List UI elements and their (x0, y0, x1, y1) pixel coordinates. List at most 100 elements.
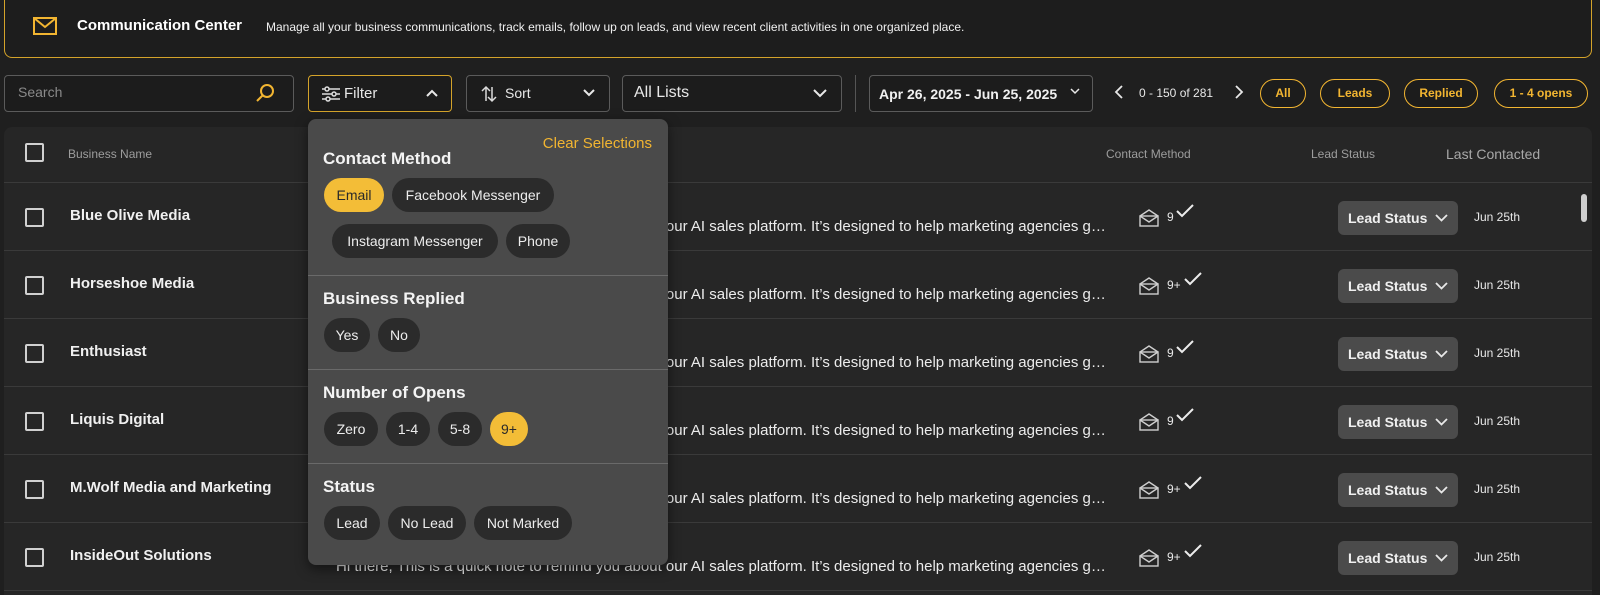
envelope-open-icon (1139, 413, 1159, 431)
row-checkbox[interactable] (25, 276, 44, 295)
chevron-down-icon (813, 89, 827, 98)
table-row[interactable]: Enthusiast Hi there, This is a quick note… (4, 319, 1592, 387)
table-header: Business Name Contact Method Lead Status… (4, 127, 1592, 183)
clear-selections-link[interactable]: Clear Selections (543, 135, 652, 152)
chip-zero[interactable]: Zero (324, 412, 378, 446)
scrollbar[interactable] (1580, 184, 1588, 595)
business-name[interactable]: InsideOut Solutions (70, 547, 212, 564)
envelope-open-icon (1139, 549, 1159, 567)
last-contacted-date: Jun 25th (1474, 414, 1521, 428)
chip-email[interactable]: Email (324, 178, 384, 212)
column-business-name[interactable]: Business Name (68, 147, 152, 161)
table-row[interactable]: Horseshoe Media Hi there, This is a quick… (4, 251, 1592, 319)
chevron-down-icon (1435, 486, 1448, 494)
open-count: 9 (1167, 210, 1174, 224)
table-row[interactable]: InsideOut Solutions Hi there, This is a q… (4, 523, 1592, 591)
table-row[interactable]: Blue Olive Media Hi there, This is a quic… (4, 183, 1592, 251)
column-contact-method[interactable]: Contact Method (1106, 147, 1191, 161)
chip-9-plus[interactable]: 9+ (490, 412, 528, 446)
filter-panel: Clear Selections Contact Method Email Fa… (308, 119, 668, 565)
open-count: 9+ (1167, 278, 1181, 292)
check-icon (1176, 408, 1194, 422)
pagination-label: 0 - 150 of 281 (1139, 86, 1214, 100)
pill-all[interactable]: All (1260, 79, 1306, 108)
chip-lead[interactable]: Lead (324, 506, 380, 540)
page-title: Communication Center (77, 17, 243, 34)
section-divider (308, 463, 668, 464)
page-description: Manage all your business communications,… (266, 20, 965, 34)
envelope-open-icon (1139, 209, 1159, 227)
select-all-checkbox[interactable] (25, 143, 44, 162)
chip-facebook-messenger[interactable]: Facebook Messenger (392, 178, 554, 212)
chip-yes[interactable]: Yes (324, 318, 370, 352)
chip-not-marked[interactable]: Not Marked (474, 506, 572, 540)
business-replied-title: Business Replied (323, 289, 465, 308)
lead-status-label: Lead Status (1348, 210, 1428, 226)
chip-phone[interactable]: Phone (506, 224, 570, 258)
table-row[interactable]: Liquis Digital Hi there, This is a quick … (4, 387, 1592, 455)
lead-status-dropdown[interactable]: Lead Status (1338, 405, 1458, 439)
chevron-down-icon (1435, 282, 1448, 290)
row-checkbox[interactable] (25, 208, 44, 227)
check-icon (1184, 544, 1202, 558)
pill-opens[interactable]: 1 - 4 opens (1494, 79, 1588, 108)
pill-leads[interactable]: Leads (1320, 79, 1390, 108)
lead-status-dropdown[interactable]: Lead Status (1338, 269, 1458, 303)
last-contacted-date: Jun 25th (1474, 210, 1521, 224)
scrollbar-thumb[interactable] (1581, 194, 1587, 222)
status-title: Status (323, 477, 375, 496)
lead-status-dropdown[interactable]: Lead Status (1338, 541, 1458, 575)
open-count: 9+ (1167, 550, 1181, 564)
business-name[interactable]: Liquis Digital (70, 411, 164, 428)
chip-no-lead[interactable]: No Lead (388, 506, 466, 540)
chip-1-4[interactable]: 1-4 (386, 412, 430, 446)
communications-table: Business Name Contact Method Lead Status… (4, 127, 1592, 595)
pill-replied[interactable]: Replied (1404, 79, 1478, 108)
search-input[interactable] (18, 84, 238, 100)
date-range-picker[interactable]: Apr 26, 2025 - Jun 25, 2025 (869, 75, 1093, 112)
row-checkbox[interactable] (25, 412, 44, 431)
lists-label: All Lists (634, 84, 690, 101)
lead-status-dropdown[interactable]: Lead Status (1338, 337, 1458, 371)
chevron-right-icon[interactable] (1232, 84, 1246, 100)
check-icon (1176, 204, 1194, 218)
envelope-open-icon (1139, 345, 1159, 363)
business-name[interactable]: Enthusiast (70, 343, 147, 360)
business-name[interactable]: M.Wolf Media and Marketing (70, 479, 271, 496)
row-checkbox[interactable] (25, 480, 44, 499)
search-icon[interactable] (255, 83, 275, 103)
row-checkbox[interactable] (25, 344, 44, 363)
sort-label: Sort (505, 85, 531, 101)
check-icon (1184, 272, 1202, 286)
filter-button[interactable]: Filter 2 (308, 75, 715, 112)
business-name[interactable]: Blue Olive Media (70, 207, 190, 224)
section-divider (308, 275, 668, 276)
filter-label: Filter (344, 85, 378, 102)
mail-icon (33, 17, 57, 35)
column-lead-status[interactable]: Lead Status (1311, 147, 1375, 161)
table-row[interactable]: M.Wolf Media and Marketing Hi there, This… (4, 455, 1592, 523)
lead-status-dropdown[interactable]: Lead Status (1338, 201, 1458, 235)
last-contacted-date: Jun 25th (1474, 346, 1521, 360)
toolbar-divider (855, 75, 856, 112)
chip-instagram-messenger[interactable]: Instagram Messenger (332, 224, 498, 258)
open-count: 9 (1167, 346, 1174, 360)
sort-button[interactable]: Sort (466, 75, 610, 112)
lists-dropdown[interactable]: All Lists (622, 75, 842, 112)
column-last-contacted[interactable]: Last Contacted (1446, 146, 1540, 162)
lead-status-label: Lead Status (1348, 482, 1428, 498)
row-checkbox[interactable] (25, 548, 44, 567)
chevron-down-icon (1435, 214, 1448, 222)
chip-no[interactable]: No (378, 318, 420, 352)
envelope-open-icon (1139, 277, 1159, 295)
business-name[interactable]: Horseshoe Media (70, 275, 194, 292)
lead-status-dropdown[interactable]: Lead Status (1338, 473, 1458, 507)
pagination: 0 - 150 of 281 (1112, 75, 1244, 112)
lead-status-label: Lead Status (1348, 278, 1428, 294)
open-count: 9+ (1167, 482, 1181, 496)
check-icon (1184, 476, 1202, 490)
last-contacted-date: Jun 25th (1474, 482, 1521, 496)
chip-5-8[interactable]: 5-8 (438, 412, 482, 446)
chevron-left-icon[interactable] (1112, 84, 1126, 100)
chevron-down-icon (1435, 350, 1448, 358)
